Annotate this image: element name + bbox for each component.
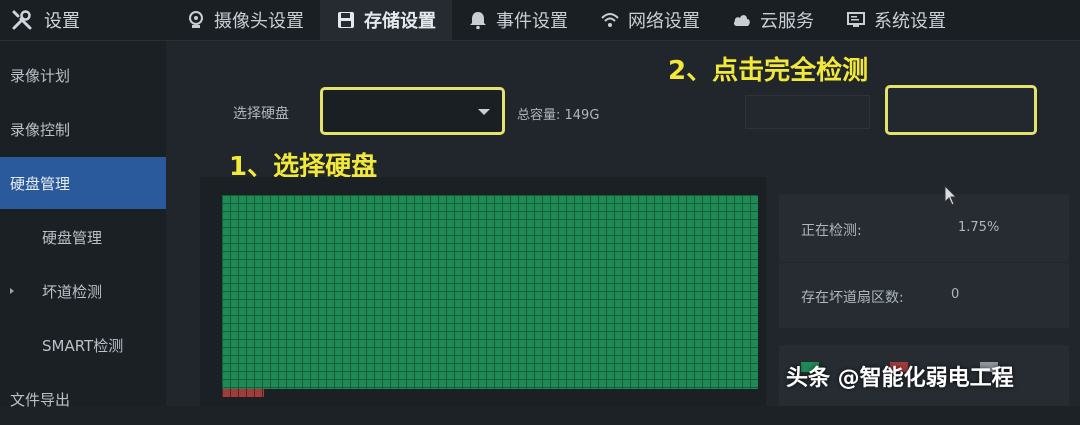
- main-tabs: 摄像头设置 存储设置 事件设置 网络设置 云服务 系统设置: [170, 0, 962, 40]
- chevron-down-icon: [478, 109, 490, 115]
- tab-storage-settings[interactable]: 存储设置: [320, 0, 452, 40]
- sidebar-item-label: 硬盘管理: [10, 174, 71, 193]
- sector-map-grid: [222, 195, 758, 389]
- top-bar: 设置 摄像头设置 存储设置 事件设置 网络设置 云服务 系统设置: [0, 0, 1080, 41]
- tab-system-settings[interactable]: 系统设置: [830, 0, 962, 40]
- settings-title-text: 设置: [44, 11, 80, 32]
- tab-camera-settings[interactable]: 摄像头设置: [170, 0, 320, 40]
- bad-sector-count-label: 存在坏道扇区数:: [801, 290, 904, 306]
- tab-network-settings[interactable]: 网络设置: [584, 0, 716, 40]
- sidebar-item-disk-management[interactable]: 硬盘管理: [0, 157, 166, 209]
- sidebar-subitem-bad-sector-check[interactable]: 坏道检测: [0, 265, 166, 317]
- sidebar-item-label: 录像计划: [10, 66, 71, 85]
- cloud-icon: [733, 15, 750, 26]
- tab-event-settings[interactable]: 事件设置: [452, 0, 584, 40]
- bell-icon: [470, 12, 486, 30]
- sidebar-item-label: 录像控制: [10, 120, 71, 139]
- tab-cloud-service-label: 云服务: [760, 11, 814, 32]
- tab-system-settings-label: 系统设置: [874, 11, 946, 32]
- check-status-panel: [779, 194, 1069, 328]
- monitor-icon: [847, 12, 865, 27]
- sidebar-item-label: 硬盘管理: [42, 228, 103, 247]
- full-check-button[interactable]: [885, 85, 1037, 135]
- tab-storage-settings-label: 存储设置: [364, 11, 436, 32]
- total-capacity: 总容量: 149G: [517, 108, 600, 123]
- tab-event-settings-label: 事件设置: [496, 11, 568, 32]
- tools-icon: [12, 10, 32, 30]
- tab-camera-settings-label: 摄像头设置: [214, 11, 304, 32]
- mouse-pointer-icon: [944, 185, 958, 206]
- save-icon: [338, 12, 354, 28]
- tab-cloud-service[interactable]: 云服务: [716, 0, 830, 40]
- sidebar-item-file-export[interactable]: 文件导出: [0, 373, 166, 425]
- settings-title: 设置: [0, 0, 170, 40]
- sidebar-subitem-smart-check[interactable]: SMART检测: [0, 319, 166, 371]
- sidebar: 录像计划 录像控制 硬盘管理 硬盘管理 坏道检测 SMART检测 文件导出: [0, 41, 166, 409]
- tab-network-settings-label: 网络设置: [628, 11, 700, 32]
- checking-progress: 1.75%: [958, 220, 1000, 235]
- disk-select-label: 选择硬盘: [233, 106, 289, 122]
- watermark-text: 头条 @智能化弱电工程: [786, 366, 1014, 391]
- sidebar-item-record-schedule[interactable]: 录像计划: [0, 49, 166, 101]
- annotation-step-2: 2、点击完全检测: [668, 56, 869, 86]
- status-divider: [779, 262, 1069, 263]
- bad-sector-count: 0: [951, 287, 960, 302]
- sidebar-item-label: SMART检测: [42, 336, 124, 355]
- bad-sector-row: [222, 389, 264, 397]
- wifi-icon: [601, 13, 619, 27]
- checking-label: 正在检测:: [801, 223, 862, 239]
- sidebar-item-label: 坏道检测: [42, 282, 103, 301]
- camera-icon: [189, 11, 203, 28]
- sidebar-item-label: 文件导出: [10, 390, 71, 409]
- sidebar-subitem-disk-management[interactable]: 硬盘管理: [0, 211, 166, 263]
- caret-right-icon: [10, 288, 14, 294]
- sidebar-item-record-control[interactable]: 录像控制: [0, 103, 166, 155]
- disk-select-dropdown[interactable]: [320, 87, 505, 135]
- quick-check-button[interactable]: [745, 95, 870, 129]
